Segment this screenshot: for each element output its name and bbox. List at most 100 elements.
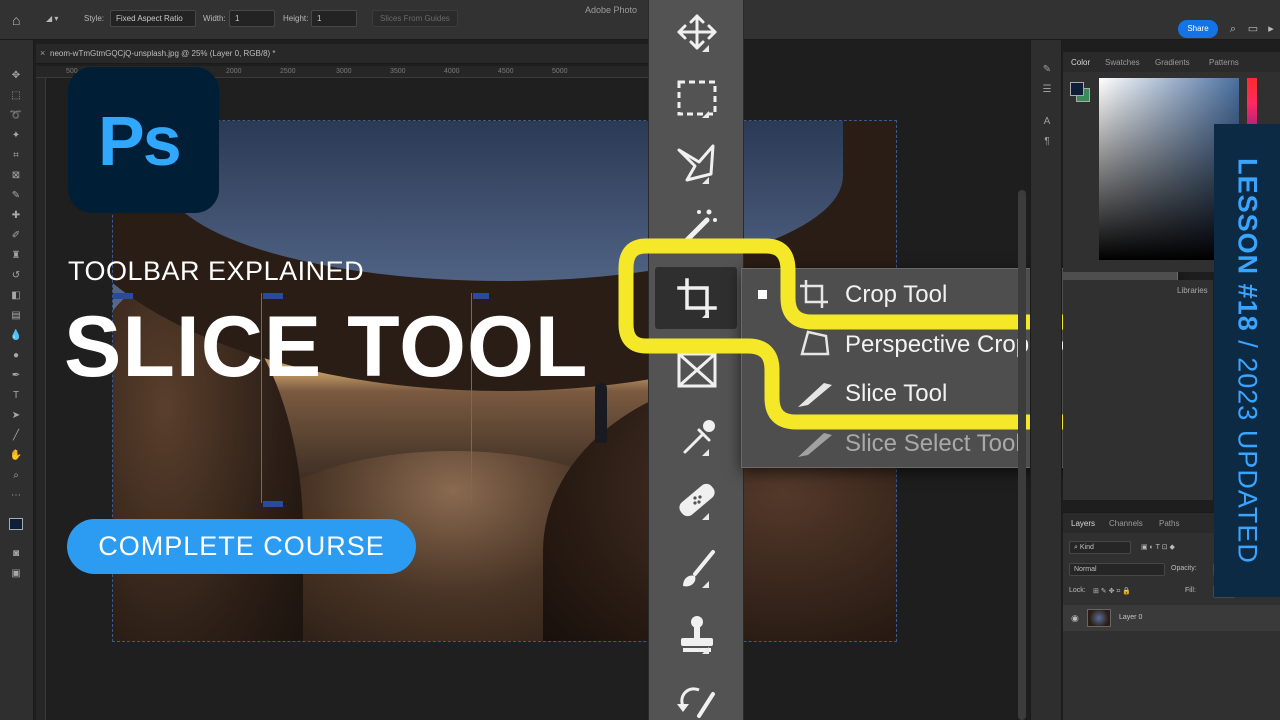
blend-mode-select[interactable]: Normal: [1069, 563, 1165, 576]
layer-row[interactable]: ◉ Layer 0: [1063, 605, 1280, 631]
character-icon[interactable]: A: [1040, 116, 1054, 128]
history-brush-tool-button[interactable]: [669, 676, 725, 720]
frame-tool-button[interactable]: [669, 346, 725, 394]
ruler-tick: 5000: [552, 68, 568, 75]
options-bar: ⌂ ◢ ▾ Style: Fixed Aspect Ratio Width: 1…: [0, 0, 1280, 40]
brush-tool-button[interactable]: [669, 544, 725, 592]
photoshop-logo: Ps: [68, 67, 219, 213]
tool-preset-icon[interactable]: ◢ ▾: [46, 14, 58, 23]
tab-layers[interactable]: Layers: [1071, 519, 1095, 528]
lasso-tool-button[interactable]: [669, 140, 725, 188]
flyout-item-label: Crop Tool: [845, 281, 948, 308]
slices-from-guides-button[interactable]: Slices From Guides: [372, 10, 458, 27]
lasso-tool-icon[interactable]: ➰: [9, 110, 23, 122]
type-tool-icon[interactable]: T: [9, 390, 23, 402]
move-tool-button[interactable]: [669, 8, 725, 56]
ruler-tick: 3500: [390, 68, 406, 75]
ruler-tick: 2500: [280, 68, 296, 75]
gradient-tool-icon[interactable]: ▤: [9, 310, 23, 322]
document-title: neom-wTmGtmGQCjQ-unsplash.jpg @ 25% (Lay…: [50, 49, 276, 58]
selected-indicator: [758, 290, 767, 299]
zoomed-toolbar: [648, 0, 744, 720]
share-button[interactable]: Share: [1178, 20, 1218, 38]
quick-mask-icon[interactable]: ◙: [9, 548, 23, 560]
frame-icon: [677, 352, 717, 388]
tab-paths[interactable]: Paths: [1159, 519, 1179, 528]
eraser-tool-icon[interactable]: ◧: [9, 290, 23, 302]
style-select[interactable]: Fixed Aspect Ratio: [110, 10, 196, 27]
flyout-item-label: Slice Select Tool: [845, 430, 1021, 457]
eyedropper-tool-button[interactable]: [669, 412, 725, 460]
crop-icon: [677, 278, 717, 318]
canvas-scrollbar[interactable]: [1018, 190, 1026, 720]
workspace-icon[interactable]: ▭: [1246, 22, 1260, 36]
move-icon: [677, 14, 717, 50]
stamp-tool-icon[interactable]: ♜: [9, 250, 23, 262]
slice-select-icon: [798, 433, 832, 457]
flyout-indicator: [702, 45, 709, 52]
history-brush-icon[interactable]: ↺: [9, 270, 23, 282]
marquee-tool-button[interactable]: [669, 74, 725, 122]
dodge-tool-icon[interactable]: ●: [9, 350, 23, 362]
stamp-tool-button[interactable]: [669, 610, 725, 658]
flyout-indicator: [702, 177, 709, 184]
lock-label: Lock:: [1069, 587, 1086, 594]
complete-course-button[interactable]: COMPLETE COURSE: [67, 519, 416, 574]
adjustments-icon[interactable]: ☰: [1040, 84, 1054, 96]
magic-wand-tool-icon[interactable]: ✦: [9, 130, 23, 142]
healing-tool-icon[interactable]: ✚: [9, 210, 23, 222]
layer-name: Layer 0: [1119, 614, 1143, 621]
width-input[interactable]: 1: [229, 10, 275, 27]
tab-color[interactable]: Color: [1071, 58, 1090, 67]
home-icon[interactable]: ⌂: [12, 12, 28, 28]
screen-mode-icon[interactable]: ▣: [9, 568, 23, 580]
stamp-icon: [681, 616, 713, 652]
left-tools-panel: ✥ ⬚ ➰ ✦ ⌗ ⊠ ✎ ✚ ✐ ♜ ↺ ◧ ▤ 💧 ● ✒ T ➤ ╱ ✋ …: [0, 40, 34, 720]
tab-swatches[interactable]: Swatches: [1105, 58, 1140, 67]
line-tool-icon[interactable]: ╱: [9, 430, 23, 442]
ruler-tick: 4500: [498, 68, 514, 75]
flyout-indicator: [702, 647, 709, 654]
tab-channels[interactable]: Channels: [1109, 519, 1143, 528]
tab-patterns[interactable]: Patterns: [1209, 58, 1239, 67]
blur-tool-icon[interactable]: 💧: [9, 330, 23, 342]
layer-filter-select[interactable]: ⌕ Kind: [1069, 541, 1131, 554]
eyedropper-tool-icon[interactable]: ✎: [9, 190, 23, 202]
brush-tool-icon[interactable]: ✐: [9, 230, 23, 242]
libraries-panel: Libraries: [1063, 280, 1213, 500]
lesson-text: LESSON #18 / 2023 UPDATED: [1232, 158, 1263, 564]
ruler-tick: 2000: [226, 68, 242, 75]
hue-slider[interactable]: [1247, 78, 1257, 128]
marquee-tool-icon[interactable]: ⬚: [9, 90, 23, 102]
magic-wand-icon: [680, 209, 717, 247]
lock-icons[interactable]: ⊞ ✎ ✥ ⌗ 🔒: [1093, 587, 1131, 601]
right-icon-strip: ✎ ☰ A ¶: [1030, 40, 1062, 720]
magic-wand-tool-button[interactable]: [669, 204, 725, 252]
pen-tool-icon[interactable]: ✒: [9, 370, 23, 382]
tab-libraries[interactable]: Libraries: [1177, 286, 1208, 295]
visibility-eye-icon[interactable]: ◉: [1071, 613, 1079, 624]
tab-gradients[interactable]: Gradients: [1155, 58, 1190, 67]
search-icon[interactable]: ⌕: [1226, 22, 1240, 36]
panel-options-icon[interactable]: ▸: [1264, 22, 1278, 36]
filter-icons[interactable]: ▣ ◐ T ⊡ ◆: [1141, 543, 1175, 557]
fill-label: Fill:: [1185, 587, 1196, 594]
zoom-tool-icon[interactable]: ⌕: [9, 470, 23, 482]
document-tab[interactable]: × neom-wTmGtmGQCjQ-unsplash.jpg @ 25% (L…: [36, 44, 648, 64]
foreground-color-swatch[interactable]: [9, 518, 23, 530]
frame-tool-icon[interactable]: ⊠: [9, 170, 23, 182]
kind-filter-label: Kind: [1079, 544, 1094, 551]
crop-tool-button[interactable]: [669, 274, 725, 322]
brush-settings-icon[interactable]: ✎: [1040, 64, 1054, 76]
video-title: SLICE TOOL: [64, 299, 589, 395]
path-select-icon[interactable]: ➤: [9, 410, 23, 422]
healing-tool-button[interactable]: [669, 476, 725, 524]
close-tab-icon[interactable]: ×: [40, 48, 45, 58]
crop-tool-icon[interactable]: ⌗: [9, 150, 23, 162]
move-tool-icon[interactable]: ✥: [9, 70, 23, 82]
foreground-color-swatch[interactable]: [1070, 82, 1084, 96]
hand-tool-icon[interactable]: ✋: [9, 450, 23, 462]
more-tools-icon[interactable]: ⋯: [9, 490, 23, 502]
paragraph-icon[interactable]: ¶: [1040, 136, 1054, 148]
height-input[interactable]: 1: [311, 10, 357, 27]
